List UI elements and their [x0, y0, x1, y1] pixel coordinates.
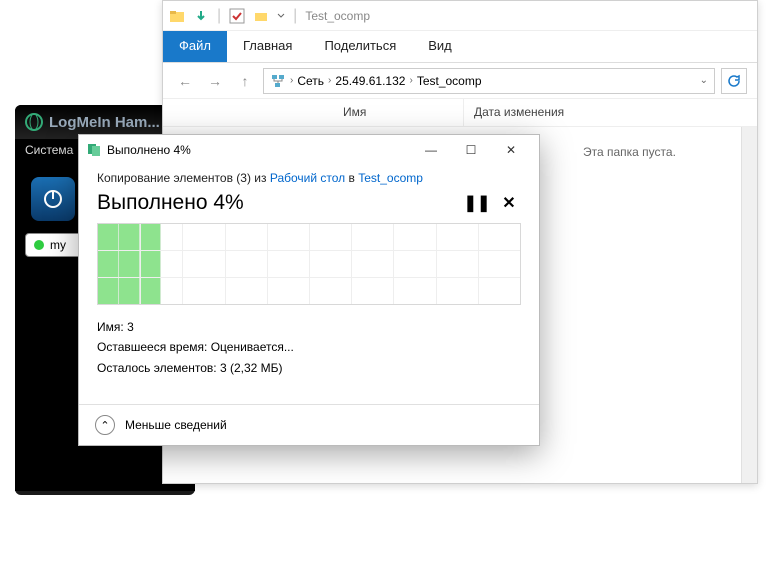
- dialog-body: Копирование элементов (3) из Рабочий сто…: [79, 165, 539, 378]
- chevron-right-icon: ›: [290, 75, 293, 86]
- dialog-titlebar: Выполнено 4% — ☐ ✕: [79, 135, 539, 165]
- globe-icon: [25, 113, 43, 131]
- destination-link[interactable]: Test_ocomp: [358, 171, 423, 185]
- meta-time-value: Оценивается...: [211, 340, 294, 354]
- window-title: Test_ocomp: [305, 9, 370, 23]
- cancel-button[interactable]: ✕: [497, 191, 521, 215]
- speed-graph: [97, 223, 521, 305]
- logmein-title-text: LogMeIn Ham...: [49, 114, 160, 131]
- power-icon: [41, 187, 65, 211]
- nav-up-button[interactable]: ↑: [233, 69, 257, 93]
- minimize-button[interactable]: —: [411, 137, 451, 163]
- chevron-up-icon[interactable]: ⌃: [95, 415, 115, 435]
- dialog-title: Выполнено 4%: [87, 143, 411, 157]
- copy-metadata: Имя: 3 Оставшееся время: Оценивается... …: [97, 317, 521, 378]
- down-arrow-icon[interactable]: [193, 8, 209, 24]
- column-name[interactable]: Имя: [163, 99, 463, 126]
- meta-items-label: Осталось элементов:: [97, 361, 217, 375]
- tab-home[interactable]: Главная: [227, 31, 308, 62]
- vertical-scrollbar[interactable]: [741, 127, 757, 483]
- online-status-icon: [34, 240, 44, 250]
- meta-time-label: Оставшееся время:: [97, 340, 207, 354]
- folder-icon: [169, 8, 185, 24]
- maximize-button[interactable]: ☐: [451, 137, 491, 163]
- meta-name-value: 3: [127, 320, 134, 334]
- address-bar[interactable]: › Сеть › 25.49.61.132 › Test_ocomp ⌄: [263, 68, 715, 94]
- meta-name-label: Имя:: [97, 320, 124, 334]
- chevron-right-icon: ›: [328, 75, 331, 86]
- copy-progress-dialog: Выполнено 4% — ☐ ✕ Копирование элементов…: [78, 134, 540, 446]
- refresh-icon: [727, 74, 741, 88]
- nav-back-button[interactable]: ←: [173, 69, 197, 93]
- copying-text: Копирование элементов (3) из Рабочий сто…: [97, 171, 521, 185]
- less-details-button[interactable]: Меньше сведений: [125, 418, 227, 432]
- tab-view[interactable]: Вид: [412, 31, 468, 62]
- folder-small-icon: [253, 8, 269, 24]
- chevron-down-icon[interactable]: ⌄: [700, 75, 708, 86]
- checkbox-icon[interactable]: [229, 8, 245, 24]
- network-icon: [270, 73, 286, 89]
- explorer-titlebar: | | Test_ocomp: [163, 1, 757, 31]
- breadcrumb-root[interactable]: Сеть: [297, 74, 324, 88]
- dropdown-icon[interactable]: [277, 12, 285, 20]
- meta-items-value: 3 (2,32 МБ): [220, 361, 283, 375]
- computer-label: my: [50, 238, 66, 252]
- separator: |: [217, 7, 221, 25]
- empty-folder-text: Эта папка пуста.: [583, 145, 676, 159]
- breadcrumb-ip[interactable]: 25.49.61.132: [335, 74, 405, 88]
- ribbon-tabs: Файл Главная Поделиться Вид: [163, 31, 757, 63]
- address-bar-row: ← → ↑ › Сеть › 25.49.61.132 › Test_ocomp…: [163, 63, 757, 99]
- column-headers: Имя Дата изменения: [163, 99, 757, 127]
- progress-heading: Выполнено 4%: [97, 191, 457, 215]
- column-date[interactable]: Дата изменения: [463, 99, 564, 126]
- power-button[interactable]: [31, 177, 75, 221]
- refresh-button[interactable]: [721, 68, 747, 94]
- chevron-right-icon: ›: [409, 75, 412, 86]
- breadcrumb-folder[interactable]: Test_ocomp: [417, 74, 482, 88]
- close-button[interactable]: ✕: [491, 137, 531, 163]
- copy-icon: [87, 143, 101, 157]
- nav-forward-button[interactable]: →: [203, 69, 227, 93]
- separator: |: [293, 7, 297, 25]
- tab-share[interactable]: Поделиться: [308, 31, 412, 62]
- pause-button[interactable]: ❚❚: [465, 191, 489, 215]
- tab-file[interactable]: Файл: [163, 31, 227, 62]
- source-link[interactable]: Рабочий стол: [270, 171, 345, 185]
- dialog-footer: ⌃ Меньше сведений: [79, 404, 539, 445]
